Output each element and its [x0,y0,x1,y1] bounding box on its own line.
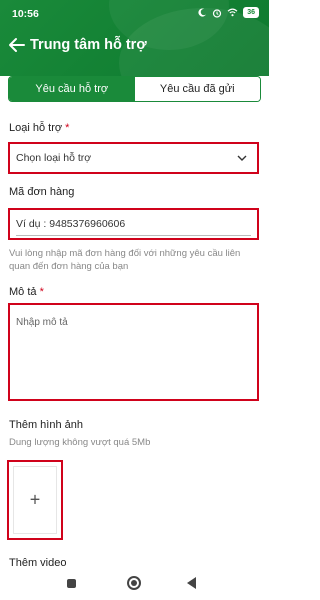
tab-label: Yêu cầu hỗ trợ [35,83,109,95]
order-code-input[interactable]: Ví dụ : 9485376960606 [8,208,259,240]
home-icon[interactable] [127,576,141,590]
required-mark: * [39,286,44,298]
request-tabs: Yêu cầu hỗ trợ Yêu cầu đã gửi [8,76,261,102]
tab-label: Yêu cầu đã gửi [159,83,235,95]
order-code-placeholder: Ví dụ : 9485376960606 [16,218,126,230]
images-help: Dung lượng không vượt quá 5Mb [9,437,151,448]
order-code-label: Mã đơn hàng [9,186,75,198]
description-textarea[interactable]: Nhập mô tả [8,303,259,401]
chevron-down-icon [237,155,247,161]
recent-apps-icon[interactable] [67,579,76,588]
alarm-icon [213,8,222,18]
system-nav-bar [0,567,269,600]
order-code-help: Vui lòng nhập mã đơn hàng đối với những … [9,248,241,272]
battery-indicator: 36 [243,7,259,18]
back-arrow-icon[interactable] [8,35,26,55]
moon-icon [198,8,207,17]
tab-support-request[interactable]: Yêu cầu hỗ trợ [9,77,135,101]
support-type-select[interactable]: Chọn loại hỗ trợ [8,142,259,174]
status-icons: 36 [198,7,259,18]
status-time: 10:56 [12,8,39,20]
description-label: Mô tả * [9,286,44,298]
support-type-value: Chọn loại hỗ trợ [16,152,92,164]
support-type-label: Loại hỗ trợ * [9,122,70,134]
images-label: Thêm hình ảnh [9,419,83,431]
add-image-button[interactable]: + [7,460,63,540]
app-header: 10:56 36 Trung tâm hỗ trợ [0,0,269,76]
wifi-icon [227,8,238,17]
page-title: Trung tâm hỗ trợ [30,37,147,53]
description-placeholder: Nhập mô tả [16,317,68,328]
title-bar: Trung tâm hỗ trợ [0,30,269,62]
plus-icon: + [29,489,41,510]
back-icon[interactable] [187,577,196,589]
required-mark: * [65,122,70,134]
status-bar: 10:56 36 [0,0,269,26]
tab-sent-requests[interactable]: Yêu cầu đã gửi [134,77,260,101]
